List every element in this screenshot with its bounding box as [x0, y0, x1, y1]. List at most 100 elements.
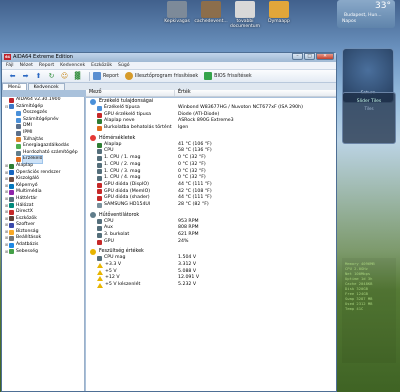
- warning-icon: [97, 262, 103, 268]
- desktop-icon-label: cachedevent...: [194, 19, 228, 24]
- report-icon: [93, 72, 101, 80]
- tab-favorites[interactable]: Kedvencek: [27, 83, 65, 90]
- sensor-row[interactable]: GPU dióda (DispIO) 44 °C (111 °F): [86, 182, 336, 189]
- menu-eszkozok[interactable]: Eszközök: [91, 63, 112, 68]
- bios-updates-button[interactable]: BIOS frissítések: [204, 72, 252, 80]
- tree-item-aida64-v2-30-1900[interactable]: AIDA64 v2.30.1900: [2, 97, 84, 104]
- tree-item-kiszolgalo[interactable]: ⊞ Kiszolgáló: [2, 176, 84, 183]
- tree-item-eszkozok[interactable]: ⊞ Eszközök: [2, 216, 84, 223]
- tree-item-label: Összegzés: [23, 110, 48, 116]
- sensor-field-label: GPU dióda (DispIO): [104, 181, 149, 187]
- desktop-icon[interactable]: cachedevent...: [194, 1, 228, 24]
- sensor-row[interactable]: 1. CPU / 1. mag 0 °C (32 °F): [86, 155, 336, 162]
- sensor-icon: [97, 105, 102, 111]
- tree-item-operacios-rendszer[interactable]: ⊞ Operációs rendszer: [2, 170, 84, 177]
- sensor-icon: [97, 112, 102, 118]
- menu-fajl[interactable]: Fájl: [6, 63, 14, 68]
- chart-icon[interactable]: ▓: [73, 72, 82, 80]
- driver-updates-button[interactable]: Illesztőprogram frissítések: [124, 72, 198, 80]
- desktop-icon[interactable]: Dymaapp: [262, 1, 296, 24]
- desktop-icon[interactable]: tovabbi documentum: [228, 1, 262, 29]
- sensor-row[interactable]: Burkolatba behatolás történt Igen: [86, 125, 336, 132]
- tree-item-halozat[interactable]: ⊞ Hálózat: [2, 203, 84, 210]
- sensor-row[interactable]: Aux 808 RPM: [86, 225, 336, 232]
- window-title: AIDA64 Extreme Edition: [13, 54, 73, 60]
- sensor-icon: [97, 232, 102, 238]
- slider-gadget[interactable]: Slider Tiles Tiles: [342, 92, 396, 144]
- report-button[interactable]: Report: [93, 72, 119, 80]
- tree-item-adatbazis[interactable]: ⊞ Adatbázis: [2, 242, 84, 249]
- tree-node-icon: [16, 124, 21, 130]
- menu-kedvencek[interactable]: Kedvencek: [60, 63, 85, 68]
- sensor-value: 0 °C (32 °F): [178, 175, 206, 181]
- tree-item-erzekelo[interactable]: Érzékelő: [2, 155, 84, 164]
- tree-node-icon: [9, 176, 14, 182]
- weather-gadget[interactable]: 33° Budapest, Hun... Napos: [337, 0, 395, 28]
- sensor-field-label: SAMSUNG HD154UI: [104, 201, 151, 207]
- tree-node-icon: [16, 130, 21, 136]
- sensor-field: +3.3 V: [86, 262, 175, 269]
- tree-item-beallitasok[interactable]: ⊞ Beállítások: [2, 235, 84, 242]
- close-button[interactable]: ✕: [316, 53, 334, 60]
- menu-sugo[interactable]: Súgó: [118, 63, 130, 68]
- tab-menu[interactable]: Menü: [2, 83, 27, 90]
- sensor-row[interactable]: 1. CPU / 4. mag 0 °C (32 °F): [86, 175, 336, 182]
- sensor-row[interactable]: 3. burkolat 621 RPM: [86, 232, 336, 239]
- tree-item-kepernyo[interactable]: ⊞ Képernyő: [2, 183, 84, 190]
- refresh-icon[interactable]: ↻: [47, 72, 56, 80]
- warning-icon: [97, 276, 103, 282]
- tree-item-sebesseg[interactable]: ⊞ Sebesség: [2, 249, 84, 256]
- tree-item-directx[interactable]: ⊞ DirectX: [2, 209, 84, 216]
- weather-condition: Napos: [342, 19, 357, 24]
- menu-report[interactable]: Report: [39, 63, 54, 68]
- sensor-row[interactable]: +5 V készenlét 5.232 V: [86, 282, 336, 289]
- file-icon: [167, 1, 187, 18]
- sensor-row[interactable]: Érzékelő típusa Winbond W83677HG / Nuvoto…: [86, 105, 336, 112]
- tree-item-dmi[interactable]: DMI: [2, 123, 84, 130]
- up-arrow-icon[interactable]: ⬆: [34, 72, 43, 80]
- column-value[interactable]: Érték: [175, 90, 191, 96]
- tree-item-label: Alaplap: [16, 162, 34, 168]
- tree-item-energiagazdalkodas[interactable]: Energiagazdálkodás: [2, 143, 84, 150]
- tree-item-alaplap[interactable]: ⊞ Alaplap: [2, 163, 84, 170]
- tree-item-biztonsag[interactable]: ⊞ Biztonság: [2, 229, 84, 236]
- warning-icon: [97, 269, 103, 275]
- sensor-field-label: GPU dióda (shader): [104, 195, 150, 201]
- tree-item-label: Energiagazdálkodás: [23, 143, 70, 149]
- sensor-value: 0 °C (32 °F): [178, 161, 206, 167]
- column-field[interactable]: Mező: [86, 90, 175, 96]
- sensor-value: Igen: [178, 125, 189, 131]
- tree-node-icon: [16, 117, 21, 123]
- tree-item-hordozhato-szamitogep[interactable]: Hordozható számítógép: [2, 150, 84, 157]
- desktop-icon[interactable]: Kepkivagas: [160, 1, 194, 24]
- sensor-row[interactable]: SAMSUNG HD154UI 28 °C (82 °F): [86, 202, 336, 209]
- tree-item-osszegzes[interactable]: Összegzés: [2, 110, 84, 117]
- tree-item-hattertar[interactable]: ⊞ Háttértár: [2, 196, 84, 203]
- minimize-button[interactable]: –: [292, 53, 303, 60]
- tree-item-ipmi[interactable]: IPMI: [2, 130, 84, 137]
- tree-node-icon: [9, 97, 14, 103]
- back-arrow-icon[interactable]: ⬅: [8, 72, 17, 80]
- sensor-icon: [97, 142, 102, 148]
- tree-item-label: Multimédia: [16, 189, 42, 195]
- tree-node-icon: [9, 170, 14, 176]
- sensor-row[interactable]: +3.3 V 3.312 V: [86, 262, 336, 269]
- title-bar[interactable]: 64 AIDA64 Extreme Edition – □ ✕: [2, 53, 336, 62]
- sensor-value: 0 °C (32 °F): [178, 155, 206, 161]
- tree-item-szamitogepnev[interactable]: Számítógépnév: [2, 117, 84, 124]
- tree-item-szoftver[interactable]: ⊞ Szoftver: [2, 222, 84, 229]
- tree-item-multimedia[interactable]: ⊞ Multimédia: [2, 189, 84, 196]
- tree-node-icon: [9, 196, 14, 202]
- sensor-row[interactable]: GPU 24%: [86, 239, 336, 246]
- warning-icon: [97, 282, 103, 288]
- sensor-row[interactable]: CPU 953 RPM: [86, 219, 336, 226]
- maximize-button[interactable]: □: [304, 53, 315, 60]
- sensor-row[interactable]: +5 V 5.088 V: [86, 269, 336, 276]
- sensor-row[interactable]: CPU mag 1.504 V: [86, 255, 336, 262]
- forward-arrow-icon[interactable]: ➡: [21, 72, 30, 80]
- desktop-icon-label: tovabbi documentum: [230, 19, 260, 29]
- sensor-row[interactable]: 1. CPU / 2. mag 0 °C (32 °F): [86, 162, 336, 169]
- sensor-row[interactable]: GPU dióda (shader) 44 °C (111 °F): [86, 195, 336, 202]
- user-icon[interactable]: ☺: [60, 72, 69, 80]
- menu-nezet[interactable]: Nézet: [20, 63, 33, 68]
